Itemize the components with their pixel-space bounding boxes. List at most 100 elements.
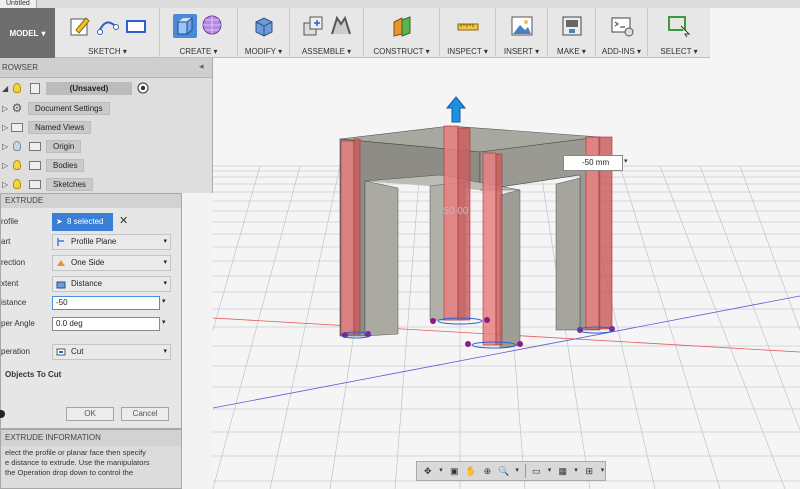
distance-input[interactable]: -50 (52, 296, 160, 310)
ok-button[interactable]: OK (66, 407, 114, 421)
browser-panel: ROWSER ◂ ◢ (Unsaved) ▷ ⚙ Document Settin… (0, 58, 213, 193)
status-dot-icon (0, 410, 5, 418)
info-line: elect the profile or planar face then sp… (5, 448, 146, 457)
gear-icon: ⚙ (11, 101, 23, 115)
taper-angle-input[interactable]: 0.0 deg (52, 317, 160, 331)
extrude-information-panel: EXTRUDE INFORMATION elect the profile or… (0, 429, 182, 489)
start-select[interactable]: Profile Plane ▾ (52, 234, 171, 250)
extent-select[interactable]: Distance ▾ (52, 276, 171, 292)
pan-icon[interactable]: ✋ (465, 465, 477, 477)
distance-label: istance (1, 298, 27, 307)
folder-icon (28, 139, 42, 153)
cut-icon (56, 348, 66, 356)
expand-arrow-icon[interactable]: ▷ (0, 180, 10, 189)
browser-item-named-views[interactable]: ▷ Named Views (0, 119, 92, 135)
direction-value: One Side (71, 258, 105, 267)
objects-to-cut-label: Objects To Cut (5, 370, 62, 379)
lightbulb-off-icon[interactable] (10, 139, 24, 153)
chevron-down-icon[interactable]: ▾ (162, 297, 166, 305)
browser-item-document-settings[interactable]: ▷ ⚙ Document Settings (0, 100, 110, 116)
zoom-icon[interactable]: ⊕ (482, 465, 494, 477)
extent-label: xtent (1, 279, 19, 288)
viewports-icon[interactable]: ⊞ (583, 465, 595, 477)
start-label: art (1, 237, 11, 246)
browser-item-sketches[interactable]: ▷ Sketches (0, 176, 93, 192)
navigation-bar: ✥ ▾ ▣ ✋ ⊕ 🔍 ▾ ▭ ▾ ▦ ▾ ⊞ ▾ (416, 461, 606, 481)
start-value: Profile Plane (71, 237, 117, 246)
extent-value: Distance (71, 279, 103, 288)
profile-selection-button[interactable]: ➤ 8 selected (52, 213, 113, 231)
lightbulb-icon[interactable] (10, 177, 24, 191)
chevron-down-icon: ▾ (163, 348, 167, 355)
profile-row: rofile (1, 194, 183, 226)
chevron-down-icon[interactable]: ▾ (515, 465, 520, 477)
zoom-window-icon[interactable]: 🔍 (498, 465, 510, 477)
browser-item-origin[interactable]: ▷ Origin (0, 138, 82, 154)
expand-arrow-icon[interactable]: ▷ (0, 123, 10, 132)
browser-item-label: Sketches (46, 177, 93, 191)
operation-select[interactable]: Cut ▾ (52, 344, 171, 360)
direction-label: rection (1, 258, 26, 267)
objects-to-cut-row[interactable]: Objects To Cut (1, 367, 183, 383)
browser-item-label: Bodies (46, 158, 85, 172)
expand-arrow-icon[interactable]: ▷ (0, 142, 10, 151)
distance-row: istance -50 ▾ (1, 295, 183, 311)
profile-selected-count: 8 selected (67, 217, 104, 226)
operation-row: peration Cut ▾ (1, 344, 183, 360)
browser-item-root[interactable]: ◢ (Unsaved) (0, 80, 154, 96)
operation-value: Cut (71, 347, 84, 356)
toolbar-divider (524, 464, 526, 478)
extrude-dialog: EXTRUDE rofile ➤ 8 selected ✕ art Profil… (0, 193, 182, 429)
clear-selection-icon[interactable]: ✕ (119, 214, 128, 227)
browser-item-label: Document Settings (28, 101, 110, 115)
expand-arrow-icon[interactable]: ▷ (0, 104, 10, 113)
chevron-down-icon[interactable]: ▾ (162, 318, 166, 326)
direction-row: rection One Side ▾ (1, 255, 183, 271)
folder-icon (28, 177, 42, 191)
folder-icon (10, 120, 24, 134)
canvas-viewport[interactable]: -50.00 (212, 58, 800, 489)
chevron-down-icon[interactable]: ▾ (574, 465, 579, 477)
chevron-down-icon: ▾ (163, 280, 167, 287)
chevron-down-icon[interactable]: ▾ (547, 465, 552, 477)
profile-plane-icon (57, 238, 64, 246)
start-row: art Profile Plane ▾ (1, 234, 183, 250)
display-settings-icon[interactable]: ▭ (530, 465, 542, 477)
chevron-down-icon[interactable]: ▾ (624, 157, 634, 169)
profile-label: rofile (1, 217, 19, 226)
one-side-icon (57, 260, 65, 266)
browser-item-label: Origin (46, 139, 82, 153)
grid-settings-icon[interactable]: ▦ (557, 465, 569, 477)
distance-icon (56, 281, 66, 289)
browser-item-label: (Unsaved) (46, 81, 132, 95)
browser-item-label: Named Views (28, 120, 92, 134)
chevron-down-icon[interactable]: ▾ (439, 465, 444, 477)
lightbulb-icon[interactable] (10, 81, 24, 95)
activate-radio-icon[interactable] (136, 81, 150, 95)
ghost-dimension-label: -50.00 (440, 206, 469, 217)
cancel-button[interactable]: Cancel (121, 407, 169, 421)
expand-arrow-icon[interactable]: ▷ (0, 161, 10, 170)
info-line: e distance to extrude. Use the manipulat… (5, 458, 150, 467)
folder-icon (28, 158, 42, 172)
extent-row: xtent Distance ▾ (1, 276, 183, 292)
chevron-down-icon: ▾ (163, 259, 167, 266)
chevron-down-icon[interactable]: ▾ (600, 465, 605, 477)
distance-manipulator-input[interactable]: -50 mm (563, 155, 623, 171)
browser-item-bodies[interactable]: ▷ Bodies (0, 157, 85, 173)
operation-label: peration (1, 347, 30, 356)
lightbulb-icon[interactable] (10, 158, 24, 172)
browser-title: ROWSER (0, 58, 212, 78)
info-title: EXTRUDE INFORMATION (1, 430, 181, 446)
taper-row: per Angle 0.0 deg ▾ (1, 316, 183, 332)
collapse-icon[interactable]: ◂ (199, 61, 209, 73)
info-line: the Operation drop down to control the (5, 468, 133, 477)
direction-select[interactable]: One Side ▾ (52, 255, 171, 271)
orbit-icon[interactable]: ✥ (422, 465, 434, 477)
cursor-arrow-icon: ➤ (56, 217, 63, 226)
taper-angle-label: per Angle (1, 319, 35, 328)
collapse-arrow-icon[interactable]: ◢ (0, 84, 10, 93)
component-icon (28, 81, 42, 95)
chevron-down-icon: ▾ (163, 238, 167, 245)
look-at-icon[interactable]: ▣ (449, 465, 461, 477)
